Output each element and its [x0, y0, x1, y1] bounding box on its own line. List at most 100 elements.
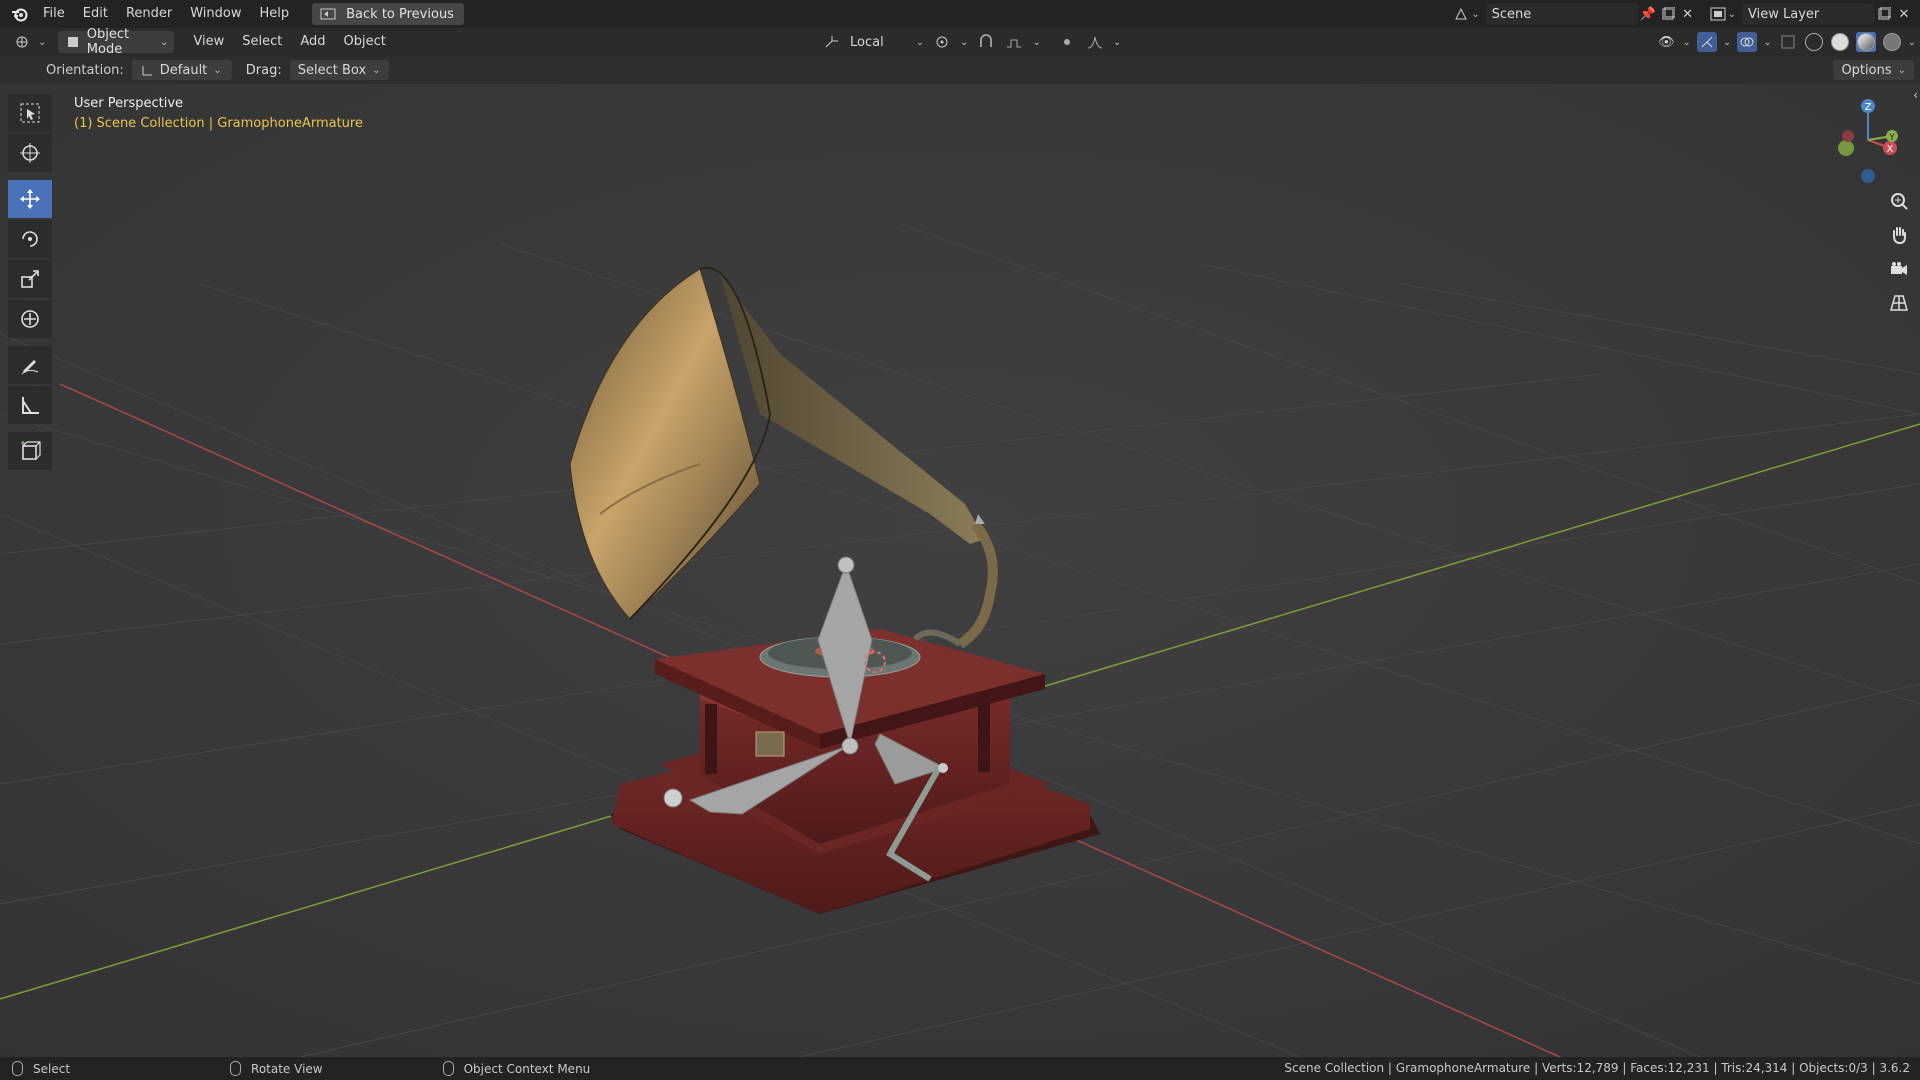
drag-label: Drag: — [245, 62, 282, 78]
brand-plate — [755, 731, 785, 757]
mouse-left-icon — [12, 1061, 23, 1076]
scene-name-field[interactable]: Scene — [1485, 3, 1638, 25]
select-box-tool[interactable] — [8, 94, 52, 132]
mode-label: Object Mode — [86, 27, 130, 57]
snap-icon[interactable] — [976, 32, 996, 52]
add-cube-tool[interactable] — [8, 432, 52, 470]
status-rotate-hint: Rotate View — [230, 1061, 323, 1076]
collection-info: (1) Scene Collection | GramophoneArmatur… — [74, 116, 363, 131]
status-bar: Select Rotate View Object Context Menu S… — [0, 1057, 1920, 1080]
chevron-down-icon: ⌄ — [915, 36, 925, 48]
view-layer-field[interactable]: View Layer — [1742, 3, 1874, 25]
back-screen-icon — [318, 4, 338, 24]
menu-window[interactable]: Window — [181, 0, 250, 28]
new-view-layer-icon[interactable] — [1874, 4, 1894, 24]
gizmo-x-label: X — [1887, 144, 1894, 155]
new-scene-icon[interactable] — [1658, 4, 1678, 24]
chevron-down-icon: ⌄ — [1112, 36, 1122, 48]
proportional-editing-icon[interactable] — [1057, 32, 1077, 52]
delete-view-layer-icon[interactable]: ✕ — [1894, 4, 1914, 24]
chevron-down-icon: ⌄ — [1471, 8, 1480, 20]
options-dropdown[interactable]: Options ⌄ — [1833, 60, 1914, 80]
chevron-down-icon: ⌄ — [1897, 64, 1906, 76]
material-preview-shading-icon[interactable] — [1855, 32, 1876, 52]
delete-scene-icon[interactable]: ✕ — [1678, 4, 1698, 24]
3d-viewport[interactable]: User Perspective (1) Scene Collection | … — [0, 84, 1920, 1057]
annotate-pencil-icon — [21, 360, 39, 375]
chevron-down-icon: ⌄ — [960, 36, 969, 48]
menu-file[interactable]: File — [34, 0, 74, 28]
blender-logo-icon[interactable] — [6, 6, 34, 22]
drag-dropdown[interactable]: Select Box ⌄ — [289, 60, 389, 80]
scale-tool[interactable] — [8, 260, 52, 298]
mouse-right-icon — [442, 1061, 454, 1076]
editor-type-selector[interactable]: ⌄ — [6, 31, 52, 53]
sidebar-toggle-icon[interactable]: ‹ — [1913, 88, 1918, 102]
header-menu-select[interactable]: Select — [233, 28, 291, 56]
gizmo-toggle-icon[interactable] — [1696, 32, 1717, 52]
rotate-icon — [22, 231, 38, 247]
snap-target-icon[interactable] — [1004, 32, 1024, 52]
cursor-tool[interactable] — [8, 134, 52, 172]
perspective-grid-icon — [1890, 295, 1908, 311]
status-context-label: Object Context Menu — [463, 1061, 591, 1076]
header-menu-add[interactable]: Add — [291, 28, 334, 56]
move-tool[interactable] — [8, 180, 52, 218]
select-box-icon — [20, 103, 40, 123]
solid-shading-icon[interactable] — [1830, 32, 1850, 52]
pan-button[interactable] — [1888, 224, 1910, 246]
menu-edit[interactable]: Edit — [74, 0, 117, 28]
chevron-down-icon: ⌄ — [1763, 36, 1772, 48]
visibility-eye-icon[interactable]: 👁 — [1656, 32, 1676, 52]
mode-selector[interactable]: Object Mode ⌄ — [58, 27, 175, 57]
camera-view-button[interactable] — [1888, 258, 1910, 280]
pivot-point-icon[interactable] — [932, 32, 952, 52]
rendered-shading-icon[interactable] — [1882, 32, 1902, 52]
menu-render[interactable]: Render — [117, 0, 181, 28]
viewport-scene — [0, 84, 1920, 1057]
orientation-axes-icon — [140, 60, 154, 80]
overlays-toggle-icon[interactable] — [1737, 32, 1758, 52]
scene-selector-icon[interactable] — [1451, 4, 1471, 24]
view-layer-icon[interactable] — [1708, 4, 1728, 24]
move-icon — [20, 189, 40, 209]
perspective-toggle-button[interactable] — [1888, 292, 1910, 314]
measure-ruler-icon — [22, 397, 39, 414]
cursor-icon — [20, 143, 40, 163]
rotate-tool[interactable] — [8, 220, 52, 258]
back-to-previous-label: Back to Previous — [346, 6, 454, 22]
status-context-hint: Object Context Menu — [442, 1061, 591, 1076]
top-right-controls: ⌄ Scene 📌 ✕ ⌄ View Layer ✕ — [1451, 0, 1920, 28]
header-menu-object[interactable]: Object — [335, 28, 395, 56]
orientation-label: Orientation: — [46, 62, 124, 78]
measure-tool[interactable] — [8, 386, 52, 424]
menu-help[interactable]: Help — [251, 0, 299, 28]
header-menu-view[interactable]: View — [184, 28, 233, 56]
chevron-down-icon: ⌄ — [38, 36, 47, 48]
transform-tool[interactable] — [8, 300, 52, 338]
scale-icon — [21, 270, 39, 288]
top-menu-bar: File Edit Render Window Help Back to Pre… — [0, 0, 1920, 28]
back-to-previous-button[interactable]: Back to Previous — [312, 3, 464, 25]
mouse-middle-icon — [230, 1061, 242, 1076]
transform-pivot-label[interactable]: Local — [850, 35, 884, 50]
zoom-button[interactable] — [1888, 190, 1910, 212]
transform-icon — [21, 310, 39, 328]
xray-toggle-icon[interactable] — [1778, 32, 1798, 52]
gizmo-y-label: Y — [1888, 133, 1895, 143]
chevron-down-icon: ⌄ — [1727, 8, 1736, 20]
orientation-dropdown[interactable]: Default ⌄ — [131, 60, 232, 80]
chevron-down-icon: ⌄ — [1032, 36, 1041, 48]
transform-orientation-icon — [822, 32, 842, 52]
orientation-value: Default — [159, 62, 208, 78]
pin-icon[interactable]: 📌 — [1638, 4, 1658, 24]
tool-settings-bar: Orientation: Default ⌄ Drag: Select Box … — [0, 56, 1920, 84]
annotate-tool[interactable] — [8, 346, 52, 384]
object-mode-icon — [64, 32, 80, 52]
pan-hand-icon — [1893, 227, 1906, 245]
scene-name: Scene — [1491, 6, 1532, 22]
zoom-magnifier-icon — [1891, 193, 1908, 210]
falloff-icon[interactable] — [1085, 32, 1105, 52]
wireframe-shading-icon[interactable] — [1804, 32, 1824, 52]
navigation-gizmo[interactable]: Z X Y — [1820, 94, 1900, 184]
